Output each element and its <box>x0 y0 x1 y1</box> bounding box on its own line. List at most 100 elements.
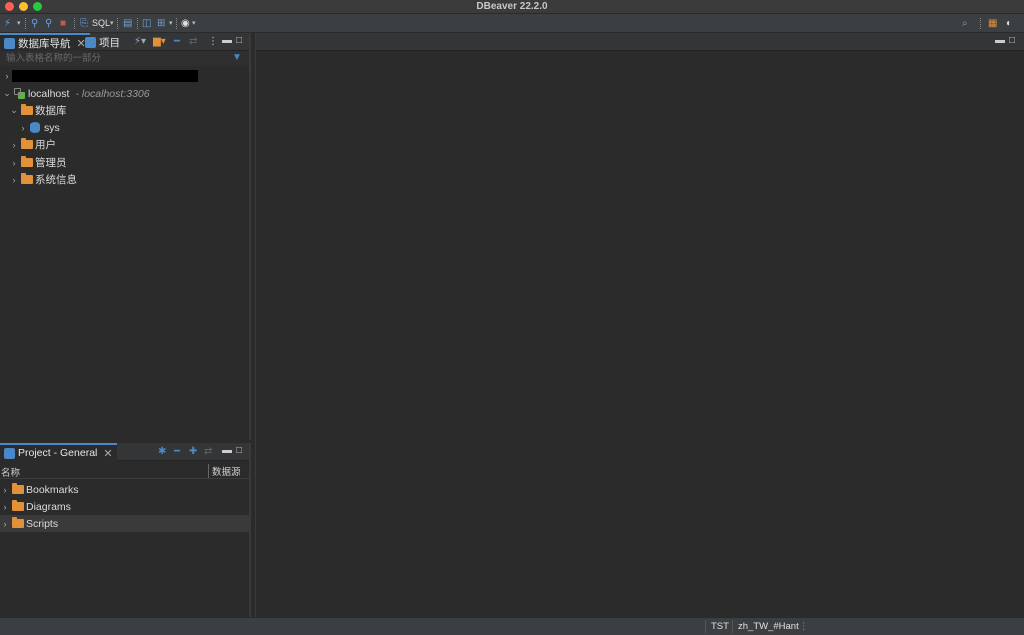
link-editor-icon[interactable]: ⇄ <box>204 446 212 458</box>
new-connection-icon[interactable]: ⚡ <box>4 17 11 30</box>
chevron-down-icon[interactable]: ▾ <box>17 17 21 30</box>
database-navigator-icon <box>4 37 15 49</box>
title-bar: DBeaver 22.2.0 <box>0 0 1024 14</box>
search-icon[interactable]: ◉ <box>181 17 190 30</box>
collapse-all-icon[interactable]: ━ <box>174 36 180 48</box>
timezone-indicator[interactable]: TST <box>711 621 729 632</box>
item-label: Diagrams <box>26 500 71 513</box>
perspective-icon[interactable]: ▦ <box>988 17 997 30</box>
tree-item-users[interactable]: › 用户 <box>9 136 56 153</box>
chevron-right-icon[interactable]: › <box>9 158 19 168</box>
tab-label: 项目 <box>99 36 120 49</box>
tab-label: 数据库导航 <box>18 37 71 50</box>
tab-project-general[interactable]: Project - General ✕ <box>0 443 117 461</box>
projects-icon <box>85 36 96 48</box>
toolbar-separator <box>137 18 138 29</box>
filter-icon[interactable]: ▼ <box>232 52 242 63</box>
status-separator <box>705 620 706 633</box>
collapse-icon[interactable]: ━ <box>174 446 180 458</box>
locale-indicator[interactable]: zh_TW_#Hant <box>738 621 799 632</box>
close-icon[interactable]: ✕ <box>103 447 112 460</box>
main-toolbar: ⚡ ▾ ⚲ ⚲ ■ ⎘ SQL ▾ ▤ ◫ ⊞ ▾ ◉ ▾ ⌕ ▦ ◐ <box>0 14 1024 33</box>
toolbar-separator <box>74 18 75 29</box>
global-search-icon[interactable]: ⌕ <box>962 17 968 30</box>
chevron-down-icon[interactable]: ▾ <box>192 17 196 30</box>
tab-database-navigator[interactable]: 数据库导航 ✕ <box>0 33 90 51</box>
sql-button[interactable]: SQL <box>92 17 110 30</box>
navigator-tabbar: 数据库导航 ✕ 项目 ⚡▾ ▆▾ ━ ⇄ ⋮ ▬ □ <box>0 33 249 51</box>
bookmarks-folder-icon <box>12 483 24 494</box>
admins-label: 管理员 <box>35 157 67 169</box>
project-tabbar: Project - General ✕ ✱ ━ ✚ ⇄ ▬ □ <box>0 443 249 461</box>
add-icon[interactable]: ✚ <box>189 446 197 458</box>
column-datasource-header[interactable]: 数据源 <box>208 464 241 478</box>
minimize-icon[interactable]: ▬ <box>222 445 232 456</box>
chevron-down-icon[interactable]: ⌄ <box>9 105 19 116</box>
folder-icon <box>21 173 33 184</box>
chevron-right-icon[interactable]: › <box>0 485 10 495</box>
maximize-icon[interactable]: □ <box>236 445 242 456</box>
list-item-scripts[interactable]: › Scripts <box>0 515 249 532</box>
table-filter-input[interactable] <box>6 52 226 65</box>
system-info-label: 系统信息 <box>35 174 77 186</box>
maximize-icon[interactable]: □ <box>236 35 242 46</box>
navigator-filter: ▼ <box>0 51 249 66</box>
disconnect-icon[interactable]: ⚲ <box>45 17 52 30</box>
chevron-right-icon[interactable]: › <box>9 140 19 150</box>
new-connection-icon[interactable]: ⚡▾ <box>134 36 146 48</box>
dbeaver-perspective-icon[interactable]: ◐ <box>1006 17 1012 30</box>
users-label: 用户 <box>35 139 56 151</box>
toolbar-separator <box>980 18 981 29</box>
connection-detail: - localhost:3306 <box>75 87 150 100</box>
tree-item-admins[interactable]: › 管理员 <box>9 154 67 171</box>
minimize-icon[interactable]: ▬ <box>995 35 1005 46</box>
database-navigator-panel: 数据库导航 ✕ 项目 ⚡▾ ▆▾ ━ ⇄ ⋮ ▬ □ ▼ › ⌄ localho… <box>0 33 251 440</box>
view-menu-icon[interactable]: ⋮ <box>208 36 218 48</box>
status-bar: TST zh_TW_#Hant ⋮ <box>0 617 1024 635</box>
scripts-folder-icon <box>12 517 24 528</box>
window-title: DBeaver 22.2.0 <box>476 1 548 12</box>
connect-icon[interactable]: ⚲ <box>31 17 38 30</box>
commit-icon[interactable]: ▤ <box>123 17 132 30</box>
project-panel: Project - General ✕ ✱ ━ ✚ ⇄ ▬ □ 名称 数据源 ›… <box>0 443 251 617</box>
folder-icon <box>21 156 33 167</box>
tree-item-system-info[interactable]: › 系统信息 <box>9 171 77 188</box>
chevron-right-icon[interactable]: › <box>0 502 10 512</box>
tab-projects[interactable]: 项目 <box>81 33 124 51</box>
minimize-icon[interactable]: ▬ <box>222 35 232 46</box>
chevron-right-icon[interactable]: › <box>18 123 28 133</box>
tree-item-sys[interactable]: › sys <box>18 119 60 136</box>
mysql-connection-icon <box>14 87 26 100</box>
chevron-down-icon[interactable]: ▾ <box>169 17 173 30</box>
sql-editor-icon[interactable]: ⎘ <box>80 17 88 30</box>
rollback-icon[interactable]: ■ <box>60 17 66 30</box>
tree-item-databases[interactable]: ⌄ 数据库 <box>9 102 67 119</box>
chevron-down-icon[interactable]: ▾ <box>110 17 114 30</box>
column-name-header[interactable]: 名称 <box>1 465 20 479</box>
connection-label: localhost <box>28 87 70 100</box>
chevron-right-icon[interactable]: › <box>2 71 12 81</box>
tab-label: Project - General <box>18 447 98 459</box>
link-editor-icon[interactable]: ⇄ <box>189 36 197 48</box>
toolbar-separator <box>176 18 177 29</box>
editor-area[interactable]: ▬ □ <box>255 33 1024 617</box>
list-item-diagrams[interactable]: › Diagrams <box>0 498 249 515</box>
item-label: Bookmarks <box>26 483 79 496</box>
diagrams-folder-icon <box>12 500 24 511</box>
chevron-right-icon[interactable]: › <box>9 175 19 185</box>
tree-item-localhost[interactable]: ⌄ localhost - localhost:3306 <box>2 85 150 102</box>
chevron-right-icon[interactable]: › <box>0 519 10 529</box>
status-grip-icon: ⋮ <box>799 621 809 632</box>
project-icon <box>4 447 15 459</box>
transaction-mode-icon[interactable]: ◫ <box>142 17 151 30</box>
toolbar-separator <box>25 18 26 29</box>
redacted-block <box>12 70 198 82</box>
new-folder-icon[interactable]: ▆▾ <box>153 36 166 48</box>
tree-item-redacted[interactable]: › <box>2 67 12 84</box>
configure-icon[interactable]: ✱ <box>158 446 166 458</box>
maximize-icon[interactable]: □ <box>1009 35 1015 46</box>
list-item-bookmarks[interactable]: › Bookmarks <box>0 481 249 498</box>
editor-tabbar: ▬ □ <box>256 33 1024 51</box>
chevron-down-icon[interactable]: ⌄ <box>2 88 12 99</box>
schema-icon[interactable]: ⊞ <box>157 17 165 30</box>
